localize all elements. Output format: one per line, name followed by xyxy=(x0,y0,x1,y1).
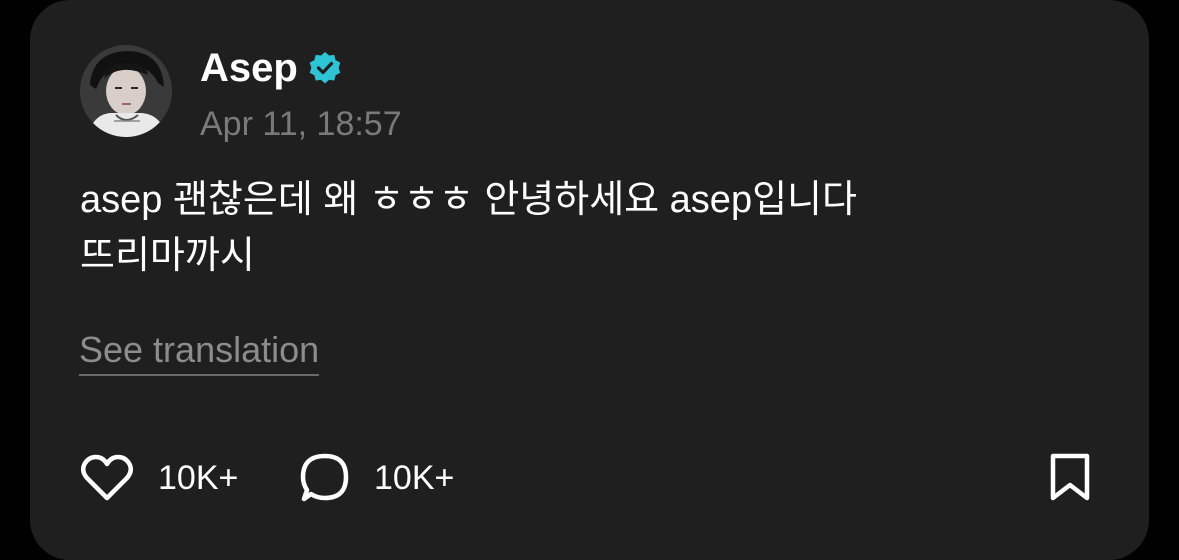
heart-icon xyxy=(80,454,134,502)
post-text-line: 뜨리마까시 xyxy=(80,235,255,277)
like-count: 10K+ xyxy=(158,459,239,497)
verified-check-icon xyxy=(308,51,342,85)
author-header: Asep xyxy=(200,44,342,92)
like-button[interactable]: 10K+ xyxy=(80,452,238,504)
bookmark-icon xyxy=(1047,453,1093,506)
author-avatar[interactable] xyxy=(80,45,172,137)
post-body: asep 괜찮은데 왜 ㅎㅎㅎ 안녕하세요 asep입니다 뜨리마까시 xyxy=(80,172,1080,284)
bookmark-button[interactable] xyxy=(1047,452,1093,507)
see-translation-link[interactable]: See translation xyxy=(79,328,320,376)
speech-bubble-icon xyxy=(300,453,350,503)
author-name[interactable]: Asep xyxy=(200,44,298,92)
post-timestamp: Apr 11, 18:57 xyxy=(200,105,402,143)
post-text-line: asep 괜찮은데 왜 ㅎㅎㅎ 안녕하세요 asep입니다 xyxy=(80,179,857,221)
reply-count: 10K+ xyxy=(374,459,455,497)
reply-button[interactable]: 10K+ xyxy=(300,452,454,504)
